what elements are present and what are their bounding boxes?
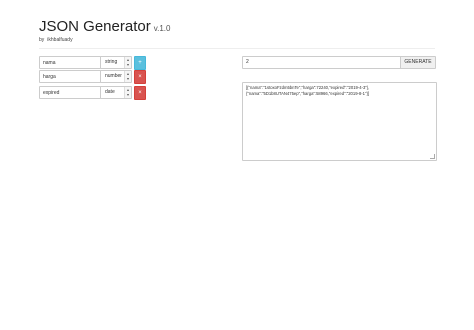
- field-type-select[interactable]: string ▴ ▾: [100, 56, 132, 69]
- header-divider: [39, 48, 435, 49]
- field-type-select[interactable]: number ▴ ▾: [100, 70, 132, 83]
- field-type-value: string: [105, 59, 118, 65]
- version-label: v.1.0: [153, 24, 171, 33]
- generate-button[interactable]: GENERATE: [400, 56, 436, 69]
- field-name-input[interactable]: [39, 86, 101, 99]
- json-output-line: {"nama":"5D1b8UTAN475ep","harga":58966,"…: [246, 91, 370, 96]
- byline: by ikhbalfuady: [39, 37, 73, 43]
- chevron-updown-icon: ▴ ▾: [124, 57, 131, 68]
- resize-grip-icon[interactable]: [430, 154, 435, 159]
- chevron-updown-icon: ▴ ▾: [124, 71, 131, 82]
- json-output-textarea[interactable]: [{"nama":"1stoxoFzdm5bnTe","harga":72240…: [242, 82, 437, 161]
- field-type-value: date: [105, 89, 115, 95]
- field-type-value: number: [105, 73, 122, 79]
- app-title: JSON Generator v.1.0: [39, 18, 170, 38]
- chevron-updown-icon: ▴ ▾: [124, 87, 131, 98]
- by-label: by: [39, 37, 45, 43]
- remove-field-button[interactable]: ×: [134, 70, 146, 84]
- field-name-input[interactable]: [39, 70, 101, 83]
- author-name: ikhbalfuady: [47, 37, 73, 43]
- remove-field-button[interactable]: ×: [134, 86, 146, 100]
- record-count-input[interactable]: 2: [242, 56, 401, 69]
- field-type-select[interactable]: date ▴ ▾: [100, 86, 132, 99]
- add-field-button[interactable]: +: [134, 56, 146, 70]
- app-title-text: JSON Generator: [39, 18, 151, 35]
- field-name-input[interactable]: [39, 56, 101, 69]
